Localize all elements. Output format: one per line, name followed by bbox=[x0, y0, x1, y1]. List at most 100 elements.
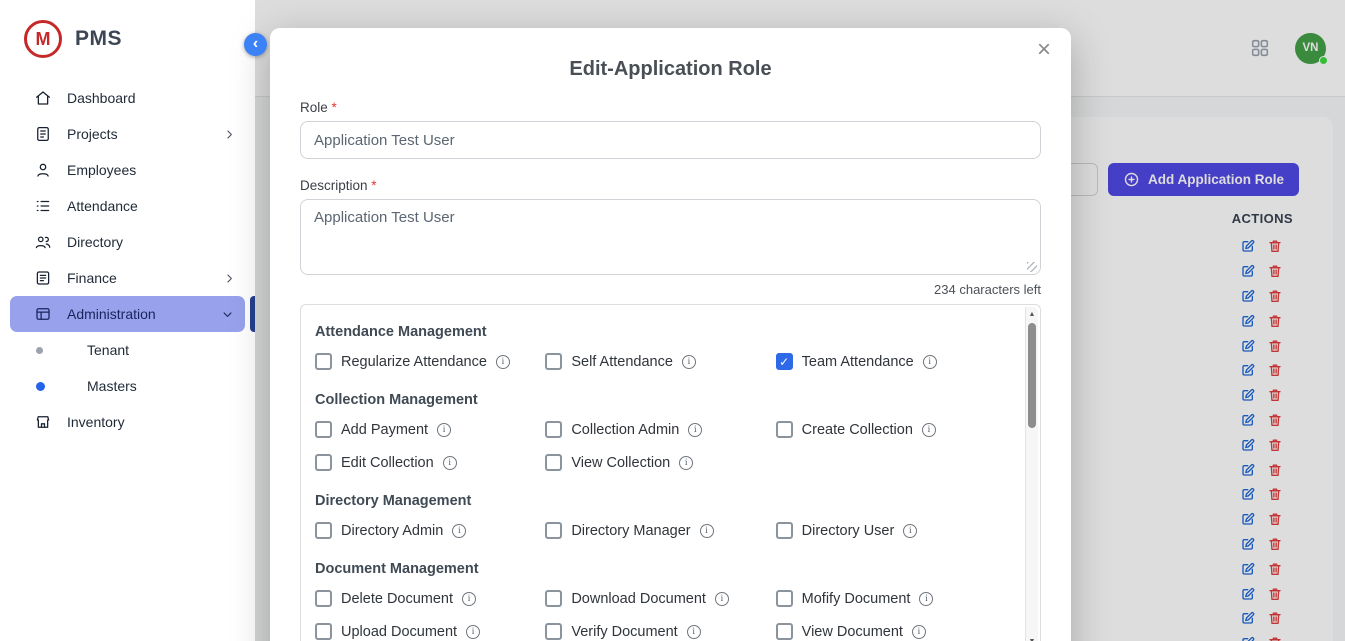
sidebar-item-label: Finance bbox=[67, 270, 117, 286]
info-icon[interactable]: i bbox=[688, 423, 702, 437]
sidebar-item-inventory[interactable]: Inventory bbox=[0, 404, 255, 440]
info-icon[interactable]: i bbox=[496, 355, 510, 369]
info-icon[interactable]: i bbox=[682, 355, 696, 369]
checkbox-icon[interactable] bbox=[776, 590, 793, 607]
info-icon[interactable]: i bbox=[922, 423, 936, 437]
permission-team-attendance[interactable]: ✓Team Attendancei bbox=[776, 353, 1006, 370]
permission-upload-document[interactable]: Upload Document i bbox=[315, 623, 545, 640]
info-icon[interactable]: i bbox=[443, 456, 457, 470]
sidebar-item-masters[interactable]: Masters bbox=[0, 368, 255, 404]
checkbox-icon[interactable] bbox=[545, 421, 562, 438]
permission-create-collection[interactable]: Create Collection i bbox=[776, 421, 1006, 438]
info-icon[interactable]: i bbox=[715, 592, 729, 606]
permission-directory-manager[interactable]: Directory Manageri bbox=[545, 522, 775, 539]
permission-group-title: Directory Management bbox=[315, 493, 1006, 509]
sidebar-item-label: Projects bbox=[67, 126, 118, 142]
permission-directory-admin[interactable]: Directory Admin i bbox=[315, 522, 545, 539]
sidebar-item-employees[interactable]: Employees bbox=[0, 152, 255, 188]
administration-icon bbox=[34, 305, 52, 323]
checkbox-icon[interactable] bbox=[545, 590, 562, 607]
resize-handle-icon[interactable] bbox=[1027, 262, 1037, 272]
permission-label: Create Collection bbox=[802, 422, 913, 438]
sidebar-item-tenant[interactable]: Tenant bbox=[0, 332, 255, 368]
home-icon bbox=[34, 89, 52, 107]
sidebar-item-administration[interactable]: Administration bbox=[10, 296, 245, 332]
permission-directory-user[interactable]: Directory User i bbox=[776, 522, 1006, 539]
sidebar-item-label: Directory bbox=[67, 234, 123, 250]
directory-icon bbox=[34, 233, 52, 251]
modal-title: Edit-Application Role bbox=[300, 58, 1041, 81]
permission-label: Upload Document bbox=[341, 624, 457, 640]
pms-logo-icon: M bbox=[24, 20, 62, 58]
info-icon[interactable]: i bbox=[700, 524, 714, 538]
scroll-down-icon[interactable]: ▼ bbox=[1029, 634, 1036, 641]
permission-label: Directory Admin bbox=[341, 523, 443, 539]
permission-self-attendance[interactable]: Self Attendance i bbox=[545, 353, 775, 370]
permission-view-document[interactable]: View Documenti bbox=[776, 623, 1006, 640]
permission-grid: Delete DocumentiDownload DocumentiMofify… bbox=[315, 590, 1006, 640]
info-icon[interactable]: i bbox=[903, 524, 917, 538]
info-icon[interactable]: i bbox=[923, 355, 937, 369]
checkbox-icon[interactable] bbox=[545, 353, 562, 370]
close-icon[interactable]: × bbox=[1037, 38, 1051, 62]
permission-download-document[interactable]: Download Documenti bbox=[545, 590, 775, 607]
checkbox-icon[interactable] bbox=[315, 454, 332, 471]
sidebar-nav: Dashboard Projects EmployeesAttendance Dire… bbox=[0, 80, 255, 440]
checkbox-icon[interactable] bbox=[776, 623, 793, 640]
checkbox-icon[interactable] bbox=[545, 522, 562, 539]
logo-text: PMS bbox=[75, 27, 122, 51]
checkbox-icon[interactable] bbox=[776, 421, 793, 438]
checkbox-icon[interactable] bbox=[315, 623, 332, 640]
info-icon[interactable]: i bbox=[452, 524, 466, 538]
permission-mofify-document[interactable]: Mofify Documenti bbox=[776, 590, 1006, 607]
checkbox-icon[interactable] bbox=[776, 522, 793, 539]
permission-add-payment[interactable]: Add Paymenti bbox=[315, 421, 545, 438]
sidebar-item-attendance[interactable]: Attendance bbox=[0, 188, 255, 224]
permission-regularize-attendance[interactable]: Regularize Attendancei bbox=[315, 353, 545, 370]
permission-grid: Directory AdminiDirectory ManageriDirect… bbox=[315, 522, 1006, 539]
permission-delete-document[interactable]: Delete Documenti bbox=[315, 590, 545, 607]
checkbox-icon[interactable] bbox=[315, 421, 332, 438]
attendance-icon bbox=[34, 197, 52, 215]
permission-collection-admin[interactable]: Collection Admin i bbox=[545, 421, 775, 438]
permission-label: Self Attendance bbox=[571, 354, 673, 370]
info-icon[interactable]: i bbox=[687, 625, 701, 639]
permission-view-collection[interactable]: View Collectioni bbox=[545, 454, 775, 471]
checkbox-checked-icon[interactable]: ✓ bbox=[776, 353, 793, 370]
checkbox-icon[interactable] bbox=[315, 522, 332, 539]
info-icon[interactable]: i bbox=[462, 592, 476, 606]
info-icon[interactable]: i bbox=[912, 625, 926, 639]
description-label: Description bbox=[300, 178, 368, 193]
permission-label: Collection Admin bbox=[571, 422, 679, 438]
permission-verify-document[interactable]: Verify Documenti bbox=[545, 623, 775, 640]
permission-edit-collection[interactable]: Edit Collectioni bbox=[315, 454, 545, 471]
sidebar-item-dashboard[interactable]: Dashboard bbox=[0, 80, 255, 116]
sidebar-item-finance[interactable]: Finance bbox=[0, 260, 255, 296]
info-icon[interactable]: i bbox=[679, 456, 693, 470]
sidebar-collapse-button[interactable]: ‹ bbox=[244, 33, 267, 56]
permission-group-title: Attendance Management bbox=[315, 324, 1006, 340]
scroll-up-icon[interactable]: ▲ bbox=[1029, 307, 1036, 322]
checkbox-icon[interactable] bbox=[315, 353, 332, 370]
info-icon[interactable]: i bbox=[437, 423, 451, 437]
sidebar-item-label: Tenant bbox=[87, 342, 129, 358]
role-input[interactable] bbox=[300, 121, 1041, 159]
info-icon[interactable]: i bbox=[466, 625, 480, 639]
projects-icon bbox=[34, 125, 52, 143]
scrollbar-thumb[interactable] bbox=[1028, 323, 1036, 428]
checkbox-icon[interactable] bbox=[315, 590, 332, 607]
info-icon[interactable]: i bbox=[919, 592, 933, 606]
sidebar-item-label: Dashboard bbox=[67, 90, 136, 106]
checkbox-icon[interactable] bbox=[545, 623, 562, 640]
permissions-scrollbar[interactable]: ▲ ▼ bbox=[1025, 307, 1038, 641]
permission-grid: Regularize AttendanceiSelf Attendancei✓T… bbox=[315, 353, 1006, 370]
permissions-panel: Attendance Management Regularize Attendan… bbox=[300, 304, 1041, 641]
checkbox-icon[interactable] bbox=[545, 454, 562, 471]
sidebar-item-projects[interactable]: Projects bbox=[0, 116, 255, 152]
sidebar-item-directory[interactable]: Directory bbox=[0, 224, 255, 260]
logo-letter: M bbox=[36, 29, 51, 50]
permission-label: Directory User bbox=[802, 523, 895, 539]
description-textarea[interactable]: Application Test User bbox=[300, 199, 1041, 275]
required-asterisk: * bbox=[371, 178, 376, 193]
characters-left-counter: 234 characters left bbox=[300, 282, 1041, 297]
